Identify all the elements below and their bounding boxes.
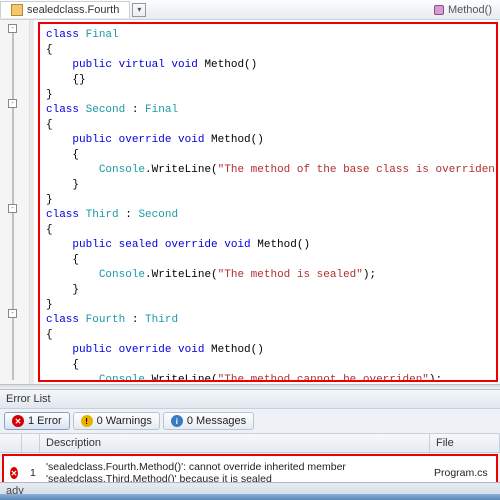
col-file[interactable]: File [430,434,500,452]
messages-count: 0 Messages [187,415,246,427]
messages-filter-tab[interactable]: i 0 Messages [163,412,254,430]
csharp-file-icon [11,4,23,16]
document-tabbar: sealedclass.Fourth ▾ Method() [0,0,500,20]
tab-dropdown-icon[interactable]: ▾ [132,3,146,17]
errors-count: 1 Error [28,415,62,427]
error-icon: ✕ [12,415,24,427]
col-icon[interactable] [0,434,22,452]
errors-filter-tab[interactable]: ✕ 1 Error [4,412,70,430]
fold-icon[interactable]: - [8,24,17,33]
member-crumb[interactable]: Method() [426,2,500,18]
crumb-label: Method() [448,4,492,16]
fold-icon[interactable]: - [8,309,17,318]
error-list-header: Description File [0,433,500,453]
outline-line [12,24,14,380]
taskbar [0,494,500,500]
warnings-count: 0 Warnings [97,415,152,427]
error-list-title: Error List [0,390,500,409]
code-editor[interactable]: - - - - class Final { public virtual voi… [0,20,500,384]
tab-label: sealedclass.Fourth [27,4,119,16]
error-number: 1 [24,462,40,484]
warning-icon: ! [81,415,93,427]
error-icon: ✕ [10,467,18,479]
error-list-panel: Error List ✕ 1 Error ! 0 Warnings i 0 Me… [0,390,500,492]
editor-gutter: - - - - [0,20,30,384]
document-tab[interactable]: sealedclass.Fourth [0,1,130,18]
fold-icon[interactable]: - [8,204,17,213]
warnings-filter-tab[interactable]: ! 0 Warnings [73,412,160,430]
info-icon: i [171,415,183,427]
col-num[interactable] [22,434,40,452]
editor-margin [30,20,34,384]
code-area[interactable]: class Final { public virtual void Method… [38,22,498,382]
method-icon [434,5,444,15]
error-file: Program.cs [428,462,496,484]
error-filter-tabs: ✕ 1 Error ! 0 Warnings i 0 Messages [0,409,500,433]
col-description[interactable]: Description [40,434,430,452]
fold-icon[interactable]: - [8,99,17,108]
